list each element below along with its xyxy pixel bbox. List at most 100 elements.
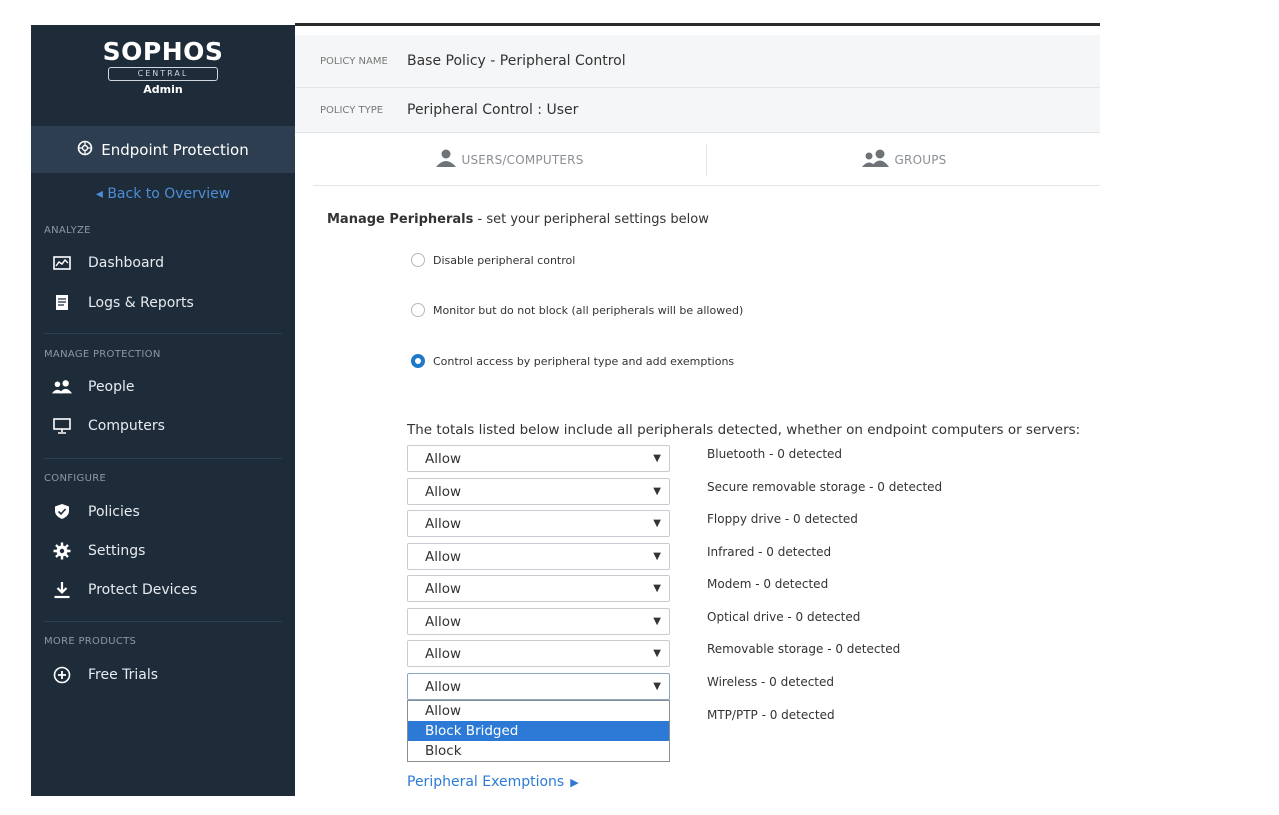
label-optical-drive: Optical drive - 0 detected	[707, 610, 861, 624]
policy-name-row: POLICY NAME Base Policy - Peripheral Con…	[295, 35, 1100, 88]
shield-gear-icon	[77, 140, 93, 160]
tab-users-computers[interactable]: USERS/COMPUTERS	[313, 134, 706, 185]
logo-product: CENTRAL	[108, 67, 218, 81]
nav-people[interactable]: People	[51, 379, 135, 395]
manage-subtitle: - set your peripheral settings below	[473, 212, 709, 227]
tab-groups-label: GROUPS	[894, 152, 947, 167]
chevron-down-icon: ▼	[653, 551, 661, 562]
select-value: Allow	[425, 645, 462, 662]
category-manage-protection: MANAGE PROTECTION	[44, 349, 161, 360]
select-secure-removable-storage[interactable]: Allow ▼	[407, 478, 670, 505]
radio-button[interactable]	[411, 303, 425, 317]
nav-people-label: People	[88, 379, 135, 395]
policy-name-value: Base Policy - Peripheral Control	[407, 53, 626, 69]
chevron-down-icon: ▼	[653, 648, 661, 659]
label-mtp-ptp: MTP/PTP - 0 detected	[707, 708, 835, 722]
select-value: Allow	[425, 548, 462, 565]
dropdown-option-allow[interactable]: Allow	[408, 701, 669, 721]
select-value: Allow	[425, 580, 462, 597]
radio-button[interactable]	[411, 253, 425, 267]
select-optical-drive[interactable]: Allow ▼	[407, 608, 670, 635]
select-floppy-drive[interactable]: Allow ▼	[407, 510, 670, 537]
nav-logs-label: Logs & Reports	[88, 294, 194, 311]
select-value: Allow	[425, 483, 462, 500]
select-removable-storage[interactable]: Allow ▼	[407, 640, 670, 667]
label-removable-storage: Removable storage - 0 detected	[707, 642, 901, 656]
sidebar-divider	[44, 333, 282, 334]
section-title: Endpoint Protection	[101, 140, 249, 159]
nav-policies-label: Policies	[88, 503, 140, 520]
report-icon	[51, 294, 73, 311]
chevron-down-icon: ▼	[653, 486, 661, 497]
select-modem[interactable]: Allow ▼	[407, 575, 670, 602]
radio-control-access[interactable]: Control access by peripheral type and ad…	[411, 354, 734, 368]
download-icon	[51, 581, 73, 599]
nav-dashboard[interactable]: Dashboard	[51, 255, 164, 271]
manage-peripherals-heading: Manage Peripherals - set your peripheral…	[327, 212, 709, 227]
policy-type-row: POLICY TYPE Peripheral Control : User	[295, 88, 1100, 133]
nav-settings[interactable]: Settings	[51, 542, 145, 560]
category-analyze: ANALYZE	[44, 225, 91, 236]
dropdown-option-block[interactable]: Block	[408, 741, 669, 761]
plus-circle-icon	[51, 666, 73, 684]
nav-settings-label: Settings	[88, 543, 146, 559]
caret-left-icon: ◂	[95, 186, 108, 202]
nav-policies[interactable]: Policies	[51, 503, 140, 520]
radio-button-selected[interactable]	[411, 354, 425, 368]
policy-type-label: POLICY TYPE	[320, 104, 384, 116]
user-icon	[435, 149, 457, 170]
nav-protect-devices[interactable]: Protect Devices	[51, 581, 197, 599]
radio-monitor-no-block[interactable]: Monitor but do not block (all peripheral…	[411, 303, 743, 317]
chevron-down-icon: ▼	[653, 681, 661, 692]
wireless-dropdown-list: Allow Block Bridged Block	[407, 700, 670, 762]
back-label: Back to Overview	[107, 186, 231, 202]
people-icon	[51, 379, 73, 395]
tab-users-label: USERS/COMPUTERS	[461, 152, 584, 167]
label-infrared: Infrared - 0 detected	[707, 545, 832, 559]
nav-logs-reports[interactable]: Logs & Reports	[51, 294, 194, 311]
totals-description: The totals listed below include all peri…	[407, 422, 1081, 438]
select-wireless[interactable]: Allow ▼	[407, 673, 670, 700]
select-bluetooth[interactable]: Allow ▼	[407, 445, 670, 472]
radio-monitor-label: Monitor but do not block (all peripheral…	[433, 303, 744, 317]
sidebar-divider	[44, 458, 282, 459]
gear-icon	[51, 542, 73, 560]
policy-tabs: USERS/COMPUTERS GROUPS	[313, 134, 1100, 186]
sidebar-divider	[44, 621, 282, 622]
select-value: Allow	[425, 678, 462, 695]
radio-disable-peripheral-control[interactable]: Disable peripheral control	[411, 253, 575, 267]
dropdown-option-block-bridged[interactable]: Block Bridged	[408, 721, 669, 741]
exemptions-label: Peripheral Exemptions	[407, 774, 565, 790]
main-content: POLICY NAME Base Policy - Peripheral Con…	[295, 26, 1100, 796]
manage-title: Manage Peripherals	[327, 212, 474, 227]
chevron-down-icon: ▼	[653, 453, 661, 464]
select-value: Allow	[425, 515, 462, 532]
nav-computers-label: Computers	[88, 418, 165, 434]
label-floppy-drive: Floppy drive - 0 detected	[707, 512, 858, 526]
label-secure-removable-storage: Secure removable storage - 0 detected	[707, 480, 943, 494]
chevron-down-icon: ▼	[653, 518, 661, 529]
nav-protect-label: Protect Devices	[88, 582, 198, 598]
select-value: Allow	[425, 613, 462, 630]
policy-type-value: Peripheral Control : User	[407, 102, 579, 118]
policy-name-label: POLICY NAME	[320, 55, 388, 67]
label-bluetooth: Bluetooth - 0 detected	[707, 447, 843, 461]
tab-groups[interactable]: GROUPS	[707, 134, 1100, 185]
back-to-overview-link[interactable]: ◂ Back to Overview	[31, 186, 295, 202]
label-modem: Modem - 0 detected	[707, 577, 829, 591]
nav-free-trials[interactable]: Free Trials	[51, 666, 158, 684]
nav-dashboard-label: Dashboard	[88, 255, 164, 271]
sophos-logo[interactable]: SOPHOS CENTRAL Admin	[31, 37, 295, 96]
peripheral-exemptions-link[interactable]: Peripheral Exemptions ▶	[407, 774, 579, 790]
category-configure: CONFIGURE	[44, 473, 107, 484]
chevron-down-icon: ▼	[653, 583, 661, 594]
caret-right-icon: ▶	[570, 775, 579, 789]
shield-icon	[51, 503, 73, 520]
label-wireless: Wireless - 0 detected	[707, 675, 835, 689]
select-infrared[interactable]: Allow ▼	[407, 543, 670, 570]
nav-computers[interactable]: Computers	[51, 418, 165, 434]
nav-trials-label: Free Trials	[88, 667, 159, 683]
logo-wordmark: SOPHOS	[102, 37, 224, 66]
radio-control-label: Control access by peripheral type and ad…	[433, 354, 735, 368]
endpoint-protection-header[interactable]: Endpoint Protection	[31, 126, 295, 173]
